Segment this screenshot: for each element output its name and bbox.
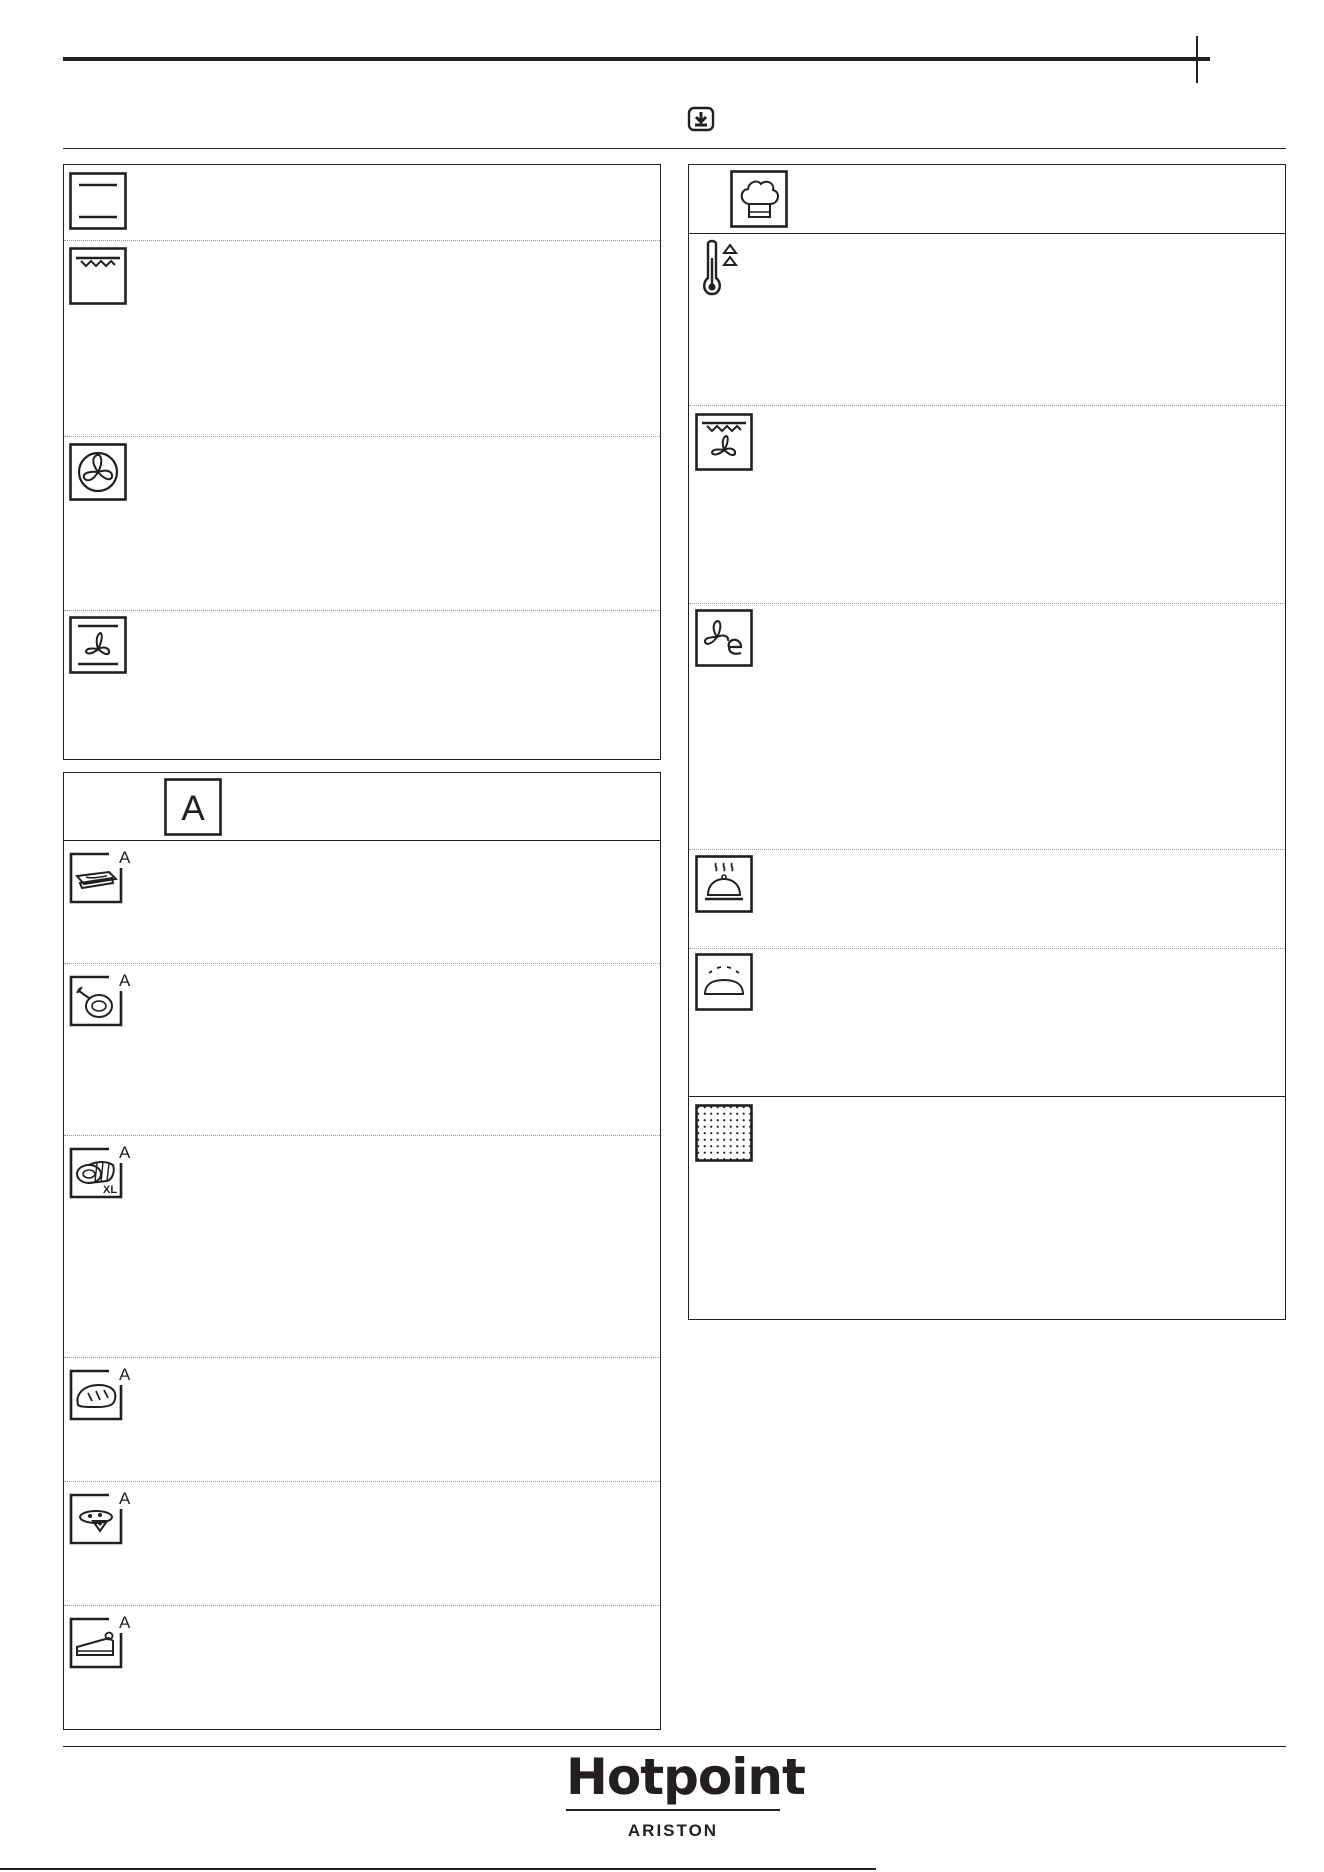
header-tick xyxy=(1196,36,1198,83)
convection-bake-icon xyxy=(69,616,127,679)
turbo-grill-icon xyxy=(695,413,753,476)
row-divider xyxy=(64,963,660,964)
chef-hat-icon xyxy=(730,170,788,233)
functions-panel xyxy=(63,164,661,760)
row-divider xyxy=(689,849,1285,850)
svg-text:XL: XL xyxy=(103,1184,117,1196)
row-divider xyxy=(689,948,1285,949)
pyrolytic-clean-icon xyxy=(695,1104,753,1167)
svg-text:A: A xyxy=(119,1365,131,1384)
bread-loaf-icon: A xyxy=(69,1363,131,1426)
top-bottom-heating-icon xyxy=(69,172,127,235)
brand-logo: Hotpoint ARISTON xyxy=(566,1748,806,1841)
auto-header-divider xyxy=(64,840,660,841)
svg-text:A: A xyxy=(119,1143,131,1162)
row-divider xyxy=(64,1135,660,1136)
fast-preheat-icon xyxy=(697,238,749,305)
svg-text:A: A xyxy=(119,848,131,867)
auto-functions-panel xyxy=(63,772,661,1730)
row-divider xyxy=(689,405,1285,406)
brand-sub: ARISTON xyxy=(627,1821,719,1840)
row-divider xyxy=(689,603,1285,604)
row-divider xyxy=(689,1096,1285,1097)
auto-mode-letter: A xyxy=(181,789,205,828)
special-header-divider xyxy=(689,233,1285,234)
row-divider xyxy=(64,240,660,241)
cake-slice-icon: A xyxy=(69,1611,131,1674)
bottom-crop-rule xyxy=(0,1868,876,1870)
forced-air-fan-icon xyxy=(69,443,127,506)
roast-chicken-icon: A xyxy=(69,969,131,1032)
row-divider xyxy=(64,610,660,611)
keep-warm-icon xyxy=(695,855,753,918)
section-rule xyxy=(63,148,1286,149)
row-divider xyxy=(64,1605,660,1606)
svg-text:A: A xyxy=(119,1489,131,1508)
svg-text:A: A xyxy=(119,1613,131,1632)
eco-forced-air-icon xyxy=(695,609,753,672)
download-icon[interactable] xyxy=(687,106,717,134)
svg-text:A: A xyxy=(119,971,131,990)
pizza-icon: A xyxy=(69,1487,131,1550)
row-divider xyxy=(64,1481,660,1482)
special-functions-panel xyxy=(688,164,1286,1320)
row-divider xyxy=(64,436,660,437)
rising-dough-icon xyxy=(695,953,753,1016)
grill-icon xyxy=(69,247,127,310)
row-divider xyxy=(64,1357,660,1358)
footer-rule xyxy=(63,1746,1286,1747)
brand-name: Hotpoint xyxy=(566,1748,806,1806)
brand-rule xyxy=(566,1809,780,1811)
header-rule xyxy=(63,57,1210,61)
roast-meat-xl-icon: A XL xyxy=(69,1141,131,1204)
auto-mode-icon: A xyxy=(164,778,222,841)
lasagna-dish-icon: A xyxy=(69,846,131,909)
